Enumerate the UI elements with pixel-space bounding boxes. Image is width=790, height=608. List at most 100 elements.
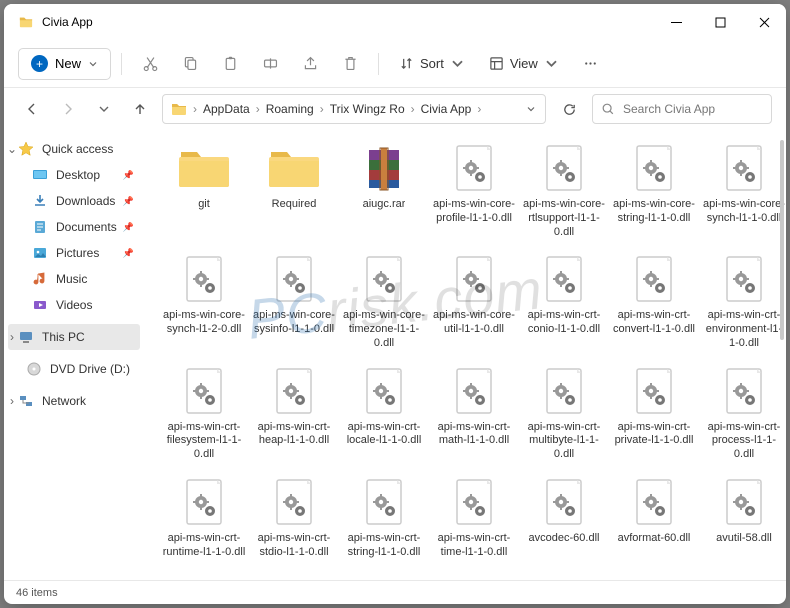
file-label: api-ms-win-core-profile-l1-1-0.dll [432, 198, 516, 226]
sidebar-item-documents[interactable]: Documents📌 [8, 214, 140, 240]
file-label: api-ms-win-core-rtlsupport-l1-1-0.dll [522, 198, 606, 239]
chevron-down-icon: ⌄ [6, 142, 18, 156]
file-item[interactable]: api-ms-win-crt-heap-l1-1-0.dll [252, 365, 336, 462]
star-icon [18, 141, 34, 157]
explorer-window: Civia App + New Sort View [4, 4, 786, 604]
file-item[interactable]: avformat-60.dll [612, 476, 696, 560]
file-item[interactable]: api-ms-win-crt-runtime-l1-1-0.dll [162, 476, 246, 560]
file-label: api-ms-win-core-synch-l1-2-0.dll [162, 309, 246, 337]
sidebar-item-desktop[interactable]: Desktop📌 [8, 162, 140, 188]
videos-icon [32, 297, 48, 313]
maximize-button[interactable] [698, 4, 742, 40]
up-button[interactable] [126, 95, 154, 123]
file-item[interactable]: api-ms-win-core-timezone-l1-1-0.dll [342, 253, 426, 350]
share-button[interactable] [292, 48, 328, 80]
sidebar-item-pictures[interactable]: Pictures📌 [8, 240, 140, 266]
dll-icon [177, 365, 231, 419]
file-item[interactable]: api-ms-win-crt-multibyte-l1-1-0.dll [522, 365, 606, 462]
scrollbar[interactable] [772, 130, 786, 580]
new-button[interactable]: + New [18, 48, 111, 80]
refresh-button[interactable] [554, 94, 584, 124]
close-button[interactable] [742, 4, 786, 40]
sort-button[interactable]: Sort [389, 48, 475, 80]
file-item[interactable]: aiugc.rar [342, 142, 426, 239]
file-item[interactable]: api-ms-win-crt-stdio-l1-1-0.dll [252, 476, 336, 560]
dll-icon [627, 253, 681, 307]
file-item[interactable]: api-ms-win-core-rtlsupport-l1-1-0.dll [522, 142, 606, 239]
pc-icon [18, 329, 34, 345]
folder-icon [18, 15, 34, 29]
sidebar-item-downloads[interactable]: Downloads📌 [8, 188, 140, 214]
file-label: aiugc.rar [363, 198, 406, 212]
breadcrumb[interactable]: Civia App [421, 102, 472, 116]
sidebar-item-this-pc[interactable]: ›This PC [8, 324, 140, 350]
file-label: api-ms-win-crt-conio-l1-1-0.dll [522, 309, 606, 337]
file-item[interactable]: api-ms-win-crt-math-l1-1-0.dll [432, 365, 516, 462]
file-label: api-ms-win-crt-math-l1-1-0.dll [432, 421, 516, 449]
breadcrumb[interactable]: Trix Wingz Ro [330, 102, 405, 116]
file-item[interactable]: api-ms-win-crt-locale-l1-1-0.dll [342, 365, 426, 462]
disc-icon [26, 361, 42, 377]
copy-button[interactable] [172, 48, 208, 80]
file-item[interactable]: api-ms-win-core-profile-l1-1-0.dll [432, 142, 516, 239]
view-button[interactable]: View [479, 48, 569, 80]
file-item[interactable]: api-ms-win-crt-private-l1-1-0.dll [612, 365, 696, 462]
dll-icon [267, 476, 321, 530]
file-item[interactable]: api-ms-win-crt-convert-l1-1-0.dll [612, 253, 696, 350]
file-item[interactable]: api-ms-win-crt-filesystem-l1-1-0.dll [162, 365, 246, 462]
window-title: Civia App [42, 15, 654, 29]
file-label: api-ms-win-crt-private-l1-1-0.dll [612, 421, 696, 449]
back-button[interactable] [18, 95, 46, 123]
chevron-down-icon[interactable] [525, 103, 537, 115]
sidebar-item-dvd[interactable]: DVD Drive (D:) CCCC [8, 356, 140, 382]
file-item[interactable]: git [162, 142, 246, 239]
recent-button[interactable] [90, 95, 118, 123]
file-label: avutil-58.dll [716, 532, 772, 546]
file-item[interactable]: api-ms-win-core-string-l1-1-0.dll [612, 142, 696, 239]
file-item[interactable]: api-ms-win-crt-conio-l1-1-0.dll [522, 253, 606, 350]
address-bar[interactable]: › AppData› Roaming› Trix Wingz Ro› Civia… [162, 94, 546, 124]
dll-icon [447, 476, 501, 530]
rar-icon [357, 142, 411, 196]
content-area[interactable]: gitRequired aiugc.rar api-ms-win-core-prof… [144, 130, 786, 580]
dll-icon [447, 142, 501, 196]
file-label: api-ms-win-crt-convert-l1-1-0.dll [612, 309, 696, 337]
scrollbar-thumb[interactable] [780, 140, 784, 340]
file-item[interactable]: api-ms-win-core-util-l1-1-0.dll [432, 253, 516, 350]
file-item[interactable]: api-ms-win-crt-time-l1-1-0.dll [432, 476, 516, 560]
delete-button[interactable] [332, 48, 368, 80]
sidebar-item-quick-access[interactable]: ⌄ Quick access [8, 136, 140, 162]
pin-icon: 📌 [123, 248, 134, 259]
sidebar: ⌄ Quick access Desktop📌 Downloads📌 Docum… [4, 130, 144, 580]
paste-button[interactable] [212, 48, 248, 80]
rename-button[interactable] [252, 48, 288, 80]
item-count: 46 items [16, 587, 58, 599]
sidebar-item-music[interactable]: Music [8, 266, 140, 292]
sidebar-item-videos[interactable]: Videos [8, 292, 140, 318]
pictures-icon [32, 245, 48, 261]
file-item[interactable]: Required [252, 142, 336, 239]
file-item[interactable]: api-ms-win-core-synch-l1-2-0.dll [162, 253, 246, 350]
folder-icon [171, 101, 187, 117]
cut-button[interactable] [132, 48, 168, 80]
folder-icon [267, 142, 321, 196]
file-item[interactable]: api-ms-win-crt-string-l1-1-0.dll [342, 476, 426, 560]
file-label: api-ms-win-core-timezone-l1-1-0.dll [342, 309, 426, 350]
breadcrumb[interactable]: Roaming [266, 102, 314, 116]
search-input[interactable]: Search Civia App [592, 94, 772, 124]
more-button[interactable] [573, 48, 609, 80]
forward-button[interactable] [54, 95, 82, 123]
titlebar[interactable]: Civia App [4, 4, 786, 40]
minimize-button[interactable] [654, 4, 698, 40]
file-item[interactable]: avcodec-60.dll [522, 476, 606, 560]
view-icon [489, 56, 504, 71]
desktop-icon [32, 167, 48, 183]
dll-icon [537, 365, 591, 419]
dll-icon [627, 365, 681, 419]
breadcrumb[interactable]: AppData [203, 102, 250, 116]
file-label: api-ms-win-crt-time-l1-1-0.dll [432, 532, 516, 560]
file-item[interactable]: api-ms-win-core-sysinfo-l1-1-0.dll [252, 253, 336, 350]
file-label: api-ms-win-crt-heap-l1-1-0.dll [252, 421, 336, 449]
sidebar-item-network[interactable]: ›Network [8, 388, 140, 414]
file-label: avcodec-60.dll [529, 532, 600, 546]
